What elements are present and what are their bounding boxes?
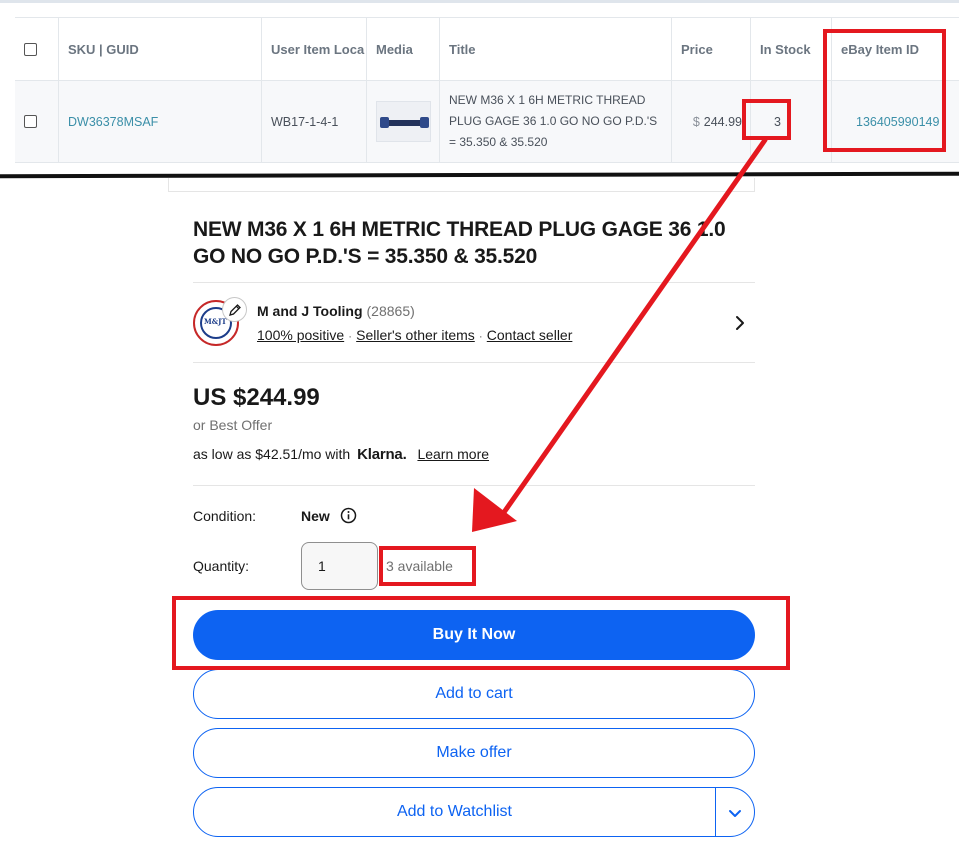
frame-edge-top — [168, 191, 754, 192]
make-offer-button[interactable]: Make offer — [193, 728, 755, 778]
seller-links: 100% positive · Seller's other items · Conta… — [257, 327, 572, 343]
frame-edge-right — [754, 178, 755, 192]
condition-value: New — [301, 508, 330, 524]
item-title: NEW M36 X 1 6H METRIC THREAD PLUG GAGE 3… — [193, 218, 726, 268]
pencil-icon[interactable] — [222, 297, 247, 322]
add-to-watchlist-button[interactable]: Add to Watchlist — [193, 787, 755, 837]
highlight-in-stock — [742, 99, 791, 140]
condition-label: Condition: — [193, 508, 257, 524]
watchlist-label[interactable]: Add to Watchlist — [194, 803, 715, 821]
seller-other-items-link[interactable]: Seller's other items — [356, 327, 475, 343]
highlight-ebay-item-id — [823, 29, 946, 152]
highlight-buy-it-now — [172, 596, 790, 670]
chevron-down-icon[interactable] — [726, 804, 744, 822]
ebay-listing-panel: NEW M36 X 1 6H METRIC THREAD PLUG GAGE 3… — [0, 0, 959, 847]
divider — [193, 485, 755, 486]
separator-dot: · — [478, 329, 483, 343]
chevron-right-icon[interactable] — [731, 313, 749, 333]
quantity-input[interactable] — [301, 542, 378, 590]
info-icon[interactable] — [340, 507, 357, 524]
add-to-cart-button[interactable]: Add to cart — [193, 669, 755, 719]
klarna-logo: Klarna. — [357, 446, 407, 463]
positive-feedback-link[interactable]: 100% positive — [257, 327, 344, 343]
klarna-learn-more-link[interactable]: Learn more — [417, 446, 489, 462]
contact-seller-link[interactable]: Contact seller — [487, 327, 573, 343]
item-price: US $244.99 — [193, 384, 320, 411]
seller-name[interactable]: M and J Tooling — [257, 303, 363, 319]
quantity-label: Quantity: — [193, 558, 250, 574]
frame-edge-left — [168, 178, 169, 192]
klarna-prefix: as low as $42.51/mo with — [193, 446, 351, 462]
divider — [193, 362, 755, 363]
best-offer-text: or Best Offer — [193, 417, 273, 433]
seller-logo-text: M&JT — [204, 317, 227, 326]
divider — [193, 282, 755, 283]
seller-feedback-count: (28865) — [366, 303, 415, 319]
separator-dot: · — [348, 329, 353, 343]
klarna-financing: as low as $42.51/mo with Klarna. Learn m… — [193, 446, 489, 463]
highlight-quantity-available — [379, 546, 476, 586]
seller-name-line[interactable]: M and J Tooling (28865) — [257, 303, 415, 319]
watchlist-divider — [715, 788, 716, 836]
